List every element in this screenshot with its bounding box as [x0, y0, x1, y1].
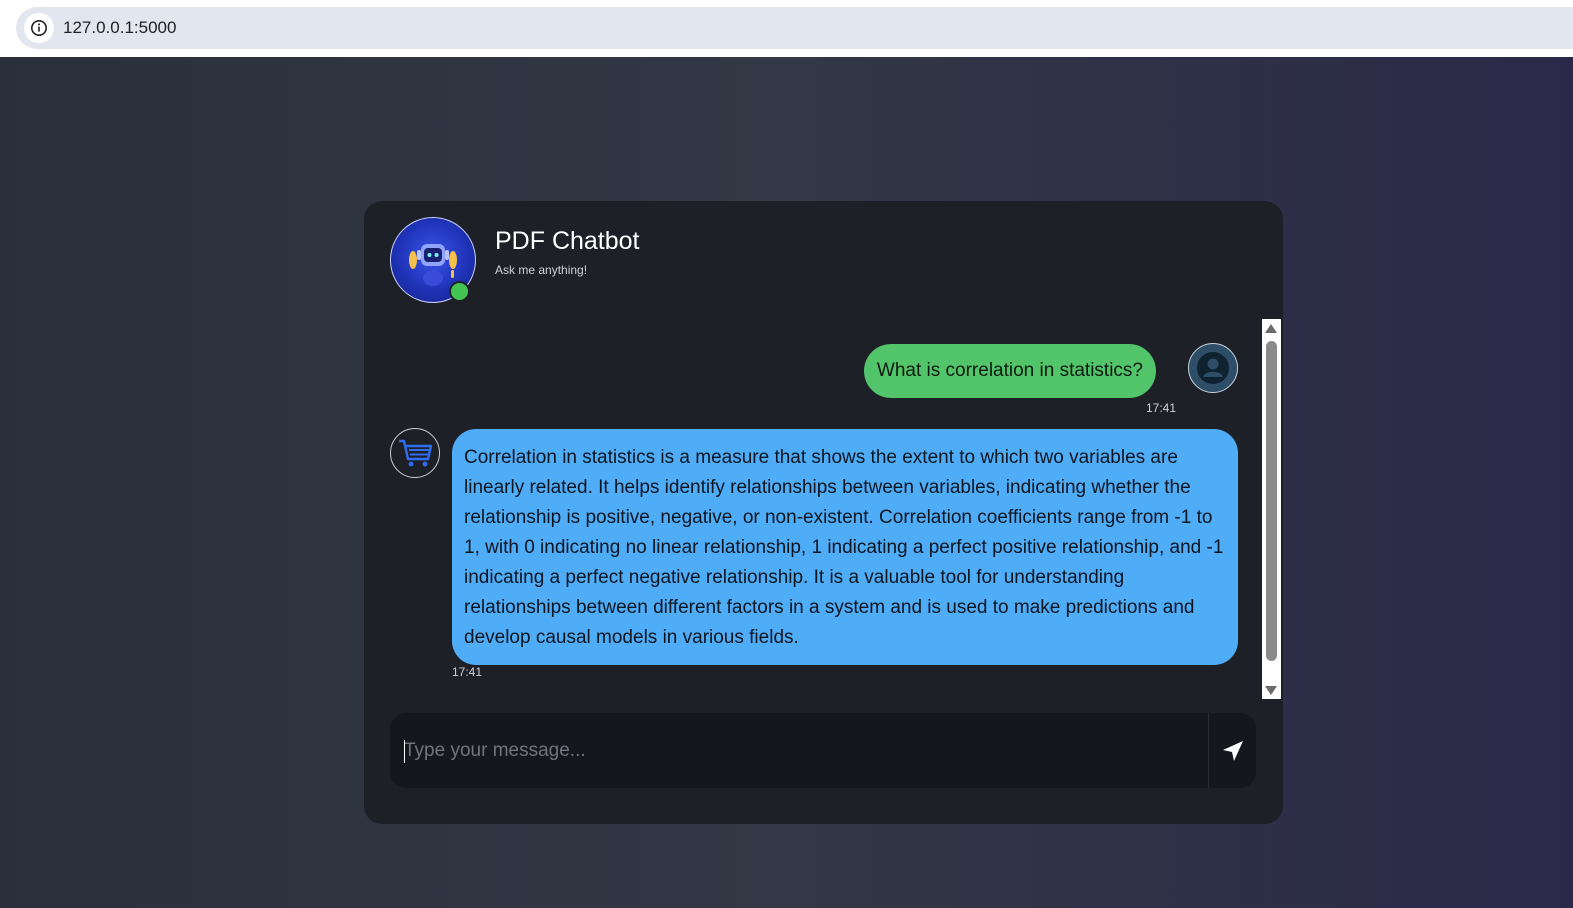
bot-message-time: 17:41 [452, 665, 483, 679]
message-input[interactable] [390, 713, 1206, 788]
chat-window: PDF Chatbot Ask me anything! What is cor… [364, 201, 1283, 824]
bot-message-avatar [390, 428, 440, 478]
scrollbar-thumb[interactable] [1266, 341, 1277, 661]
scroll-up-arrow-icon[interactable] [1265, 324, 1277, 333]
bot-message-bubble: Correlation in statistics is a measure t… [452, 429, 1238, 665]
paper-plane-icon [1223, 740, 1243, 761]
user-icon [1197, 352, 1229, 384]
chat-subtitle: Ask me anything! [495, 263, 588, 277]
user-message-time: 17:41 [1146, 401, 1177, 415]
shopping-cart-icon [399, 439, 433, 467]
chat-title: PDF Chatbot [495, 227, 640, 255]
message-composer [390, 713, 1256, 788]
scroll-down-arrow-icon[interactable] [1265, 686, 1277, 695]
url-text: 127.0.0.1:5000 [63, 18, 177, 37]
bot-avatar [390, 217, 476, 303]
address-bar[interactable]: 127.0.0.1:5000 [16, 7, 1573, 49]
send-button[interactable] [1208, 713, 1256, 788]
text-cursor [404, 740, 405, 763]
info-circle-icon[interactable] [24, 13, 54, 43]
browser-toolbar: 127.0.0.1:5000 [0, 0, 1573, 57]
user-avatar [1188, 343, 1238, 393]
user-message-bubble: What is correlation in statistics? [863, 344, 1156, 398]
message-scrollbar[interactable] [1262, 319, 1281, 699]
message-list[interactable]: What is correlation in statistics? 17:41… [364, 319, 1262, 699]
online-status-dot [449, 281, 470, 302]
